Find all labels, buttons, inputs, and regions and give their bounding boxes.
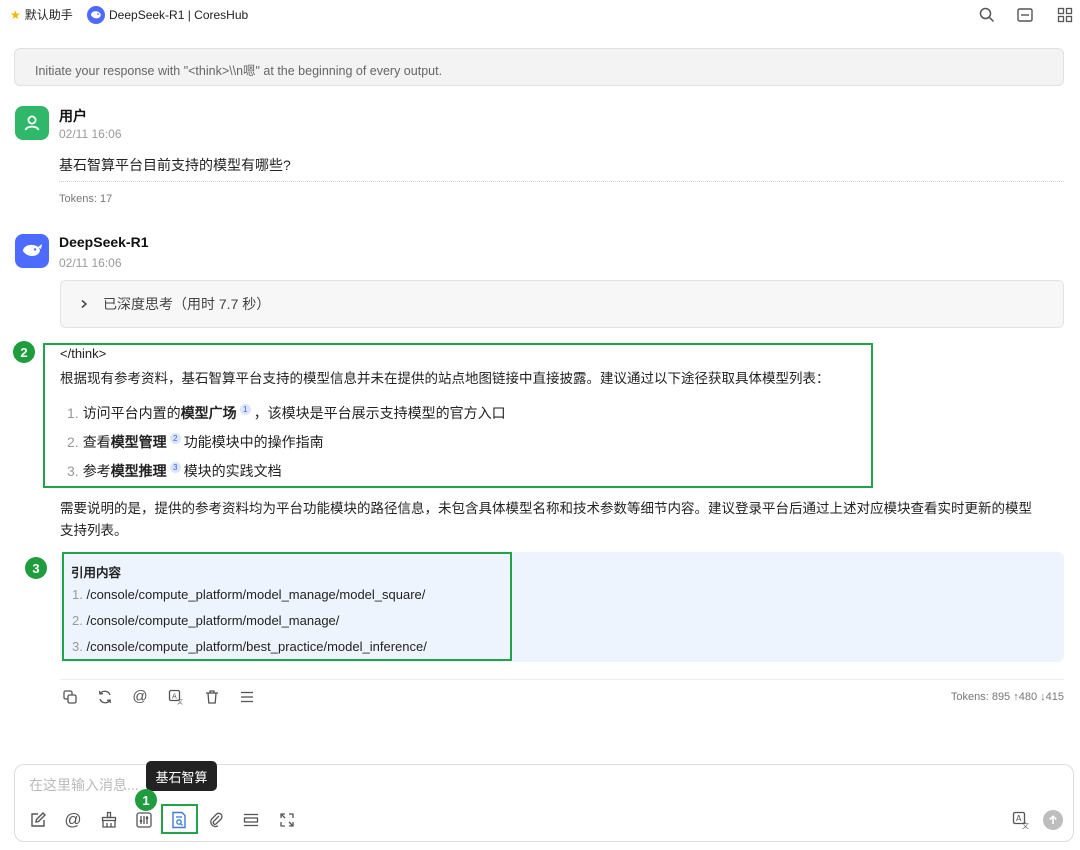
tooltip: 基石智算 xyxy=(146,761,217,791)
expand-icon[interactable] xyxy=(278,811,296,829)
thinking-summary: 已深度思考（用时 7.7 秒） xyxy=(103,296,271,312)
mention-icon[interactable]: @ xyxy=(132,689,148,705)
deepseek-logo-icon xyxy=(87,6,105,24)
list-bold: 模型管理 xyxy=(110,434,167,450)
regenerate-icon[interactable] xyxy=(97,689,113,705)
assistant-name: DeepSeek-R1 xyxy=(59,234,149,250)
tab-label: 默认助手 xyxy=(24,8,73,22)
edit-icon[interactable] xyxy=(29,811,47,829)
star-icon: ★ xyxy=(10,7,21,22)
list-text: 模块的实践文档 xyxy=(183,463,282,479)
user-name: 用户 xyxy=(59,108,87,124)
grid-icon[interactable] xyxy=(1056,6,1074,24)
svg-text:文: 文 xyxy=(1022,821,1029,829)
copy-icon[interactable] xyxy=(62,689,78,705)
reference-link[interactable]: 2. /console/compute_platform/model_manag… xyxy=(72,613,339,628)
send-button[interactable] xyxy=(1043,810,1063,830)
citation-ref-3[interactable]: 3 xyxy=(169,461,181,473)
thinking-collapse-toggle[interactable]: 已深度思考（用时 7.7 秒） xyxy=(60,280,1064,328)
divider-icon[interactable] xyxy=(242,811,260,829)
search-icon[interactable] xyxy=(978,6,996,24)
reference-link[interactable]: 1. /console/compute_platform/model_manag… xyxy=(72,587,425,602)
assistant-avatar xyxy=(15,234,49,268)
citation-ref-1[interactable]: 1 xyxy=(239,403,251,415)
annotation-badge-3: 3 xyxy=(25,557,47,579)
citation-ref-2[interactable]: 2 xyxy=(169,432,181,444)
list-text: ，该模块是平台展示支持模型的官方入口 xyxy=(253,405,506,421)
answer-note-line-1: 需要说明的是，提供的参考资料均为平台功能模块的路径信息，未包含具体模型名称和技术… xyxy=(60,501,1032,516)
broom-icon[interactable] xyxy=(100,811,118,829)
answer-intro: 根据现有参考资料，基石智算平台支持的模型信息并未在提供的站点地图链接中直接披露。… xyxy=(60,371,830,386)
divider xyxy=(60,679,1064,680)
list-bold: 模型广场 xyxy=(180,405,237,421)
list-text: 查看 xyxy=(82,434,111,450)
assistant-message-time: 02/11 16:06 xyxy=(59,256,122,270)
think-close-tag: </think> xyxy=(60,346,107,361)
user-icon xyxy=(24,115,40,131)
list-text: 访问平台内置的 xyxy=(82,405,181,421)
send-icon xyxy=(1049,815,1057,824)
annotation-badge-1: 1 xyxy=(135,789,157,811)
user-avatar xyxy=(15,106,49,140)
reference-number: 1. xyxy=(72,587,83,602)
menu-icon[interactable] xyxy=(239,689,255,705)
reference-number: 2. xyxy=(72,613,83,628)
deepseek-whale-icon xyxy=(23,244,42,256)
annotation-badge-2: 2 xyxy=(13,341,35,363)
divider xyxy=(59,181,1064,182)
reference-path: /console/compute_platform/model_manage/m… xyxy=(86,587,426,602)
user-message-text: 基石智算平台目前支持的模型有哪些? xyxy=(59,157,291,173)
list-text: 功能模块中的操作指南 xyxy=(183,434,324,450)
tab-deepseek-r1[interactable]: DeepSeek-R1 | CoresHub xyxy=(87,6,248,24)
list-number: 3. xyxy=(67,463,79,479)
tab-label: DeepSeek-R1 | CoresHub xyxy=(109,8,249,22)
assistant-tokens: Tokens: 895 ↑480 ↓415 xyxy=(950,691,1064,703)
delete-icon[interactable] xyxy=(204,689,220,705)
user-tokens: Tokens: 17 xyxy=(59,193,113,205)
paperclip-icon[interactable] xyxy=(207,811,225,829)
list-item: 3. 参考 模型推理 3 模块的实践文档 xyxy=(67,461,282,481)
knowledge-base-icon[interactable] xyxy=(170,811,188,829)
reference-path: /console/compute_platform/model_manage/ xyxy=(86,613,340,628)
list-text: 参考 xyxy=(82,463,111,479)
reference-link[interactable]: 3. /console/compute_platform/best_practi… xyxy=(72,639,427,654)
svg-text:文: 文 xyxy=(177,698,183,705)
system-prompt[interactable]: Initiate your response with "<think>\\n嗯… xyxy=(14,48,1064,86)
list-number: 1. xyxy=(67,405,79,421)
reference-number: 3. xyxy=(72,639,83,654)
translate-icon[interactable]: A文 xyxy=(168,689,184,705)
list-bold: 模型推理 xyxy=(110,463,167,479)
top-bar: ★ 默认助手 DeepSeek-R1 | CoresHub xyxy=(0,0,1080,30)
answer-note-line-2: 支持列表。 xyxy=(60,523,128,538)
chevron-right-icon xyxy=(81,299,88,309)
references-title: 引用内容 xyxy=(71,566,122,580)
at-icon[interactable]: @ xyxy=(64,811,82,829)
user-message-time: 02/11 16:06 xyxy=(59,127,122,141)
translate-icon[interactable]: A文 xyxy=(1012,811,1030,829)
list-number: 2. xyxy=(67,434,79,450)
layout-icon[interactable] xyxy=(1016,6,1034,24)
reference-path: /console/compute_platform/best_practice/… xyxy=(86,639,427,654)
tab-default-assistant[interactable]: ★ 默认助手 xyxy=(10,6,73,23)
list-item: 1. 访问平台内置的 模型广场 1 ，该模块是平台展示支持模型的官方入口 xyxy=(67,403,506,423)
list-item: 2. 查看 模型管理 2 功能模块中的操作指南 xyxy=(67,432,324,452)
settings-sliders-icon[interactable] xyxy=(135,811,153,829)
